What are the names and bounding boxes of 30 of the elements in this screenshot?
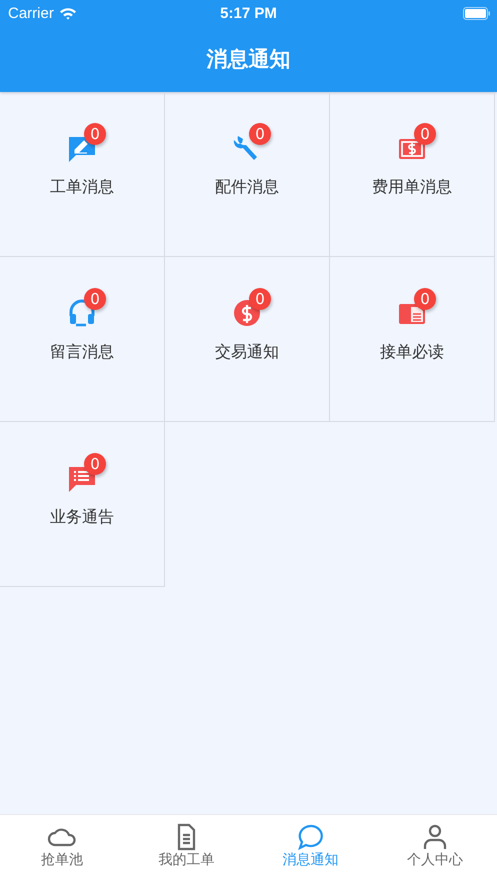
tile-label: 工单消息 xyxy=(50,176,114,198)
count-badge: 0 xyxy=(414,288,436,310)
page-title: 消息通知 xyxy=(205,46,292,73)
count-badge: 0 xyxy=(84,288,106,310)
message-tile[interactable]: 0 接单必读 xyxy=(330,257,495,422)
wifi-icon xyxy=(58,6,77,20)
tile-label: 留言消息 xyxy=(50,342,114,362)
count-badge: 0 xyxy=(249,288,271,310)
count-badge: 0 xyxy=(84,122,106,144)
message-tile[interactable]: 0 留言消息 xyxy=(0,257,165,422)
message-tile[interactable]: 0 费用单消息 xyxy=(330,92,495,257)
count-badge: 0 xyxy=(414,122,436,144)
message-tile[interactable]: 0 工单消息 xyxy=(0,92,165,257)
tile-label: 配件消息 xyxy=(215,176,279,198)
message-tile[interactable]: 0 交易通知 xyxy=(165,257,330,422)
count-badge: 0 xyxy=(84,452,106,474)
tile-label: 业务通告 xyxy=(50,506,114,528)
tab-item[interactable]: 我的工单 xyxy=(124,815,248,883)
tab-item[interactable]: 个人中心 xyxy=(372,815,497,883)
chat-bubble-icon xyxy=(296,823,326,851)
battery-icon xyxy=(463,6,491,20)
message-tile[interactable]: 0 配件消息 xyxy=(165,92,330,257)
count-badge: 0 xyxy=(249,122,271,144)
tile-label: 费用单消息 xyxy=(372,176,452,198)
tile-label: 接单必读 xyxy=(380,342,444,362)
message-tile[interactable]: 0 业务通告 xyxy=(0,422,165,587)
status-time: 5:17 PM xyxy=(220,4,277,22)
tile-label: 交易通知 xyxy=(215,342,279,362)
tab-item[interactable]: 抢单池 xyxy=(0,815,124,883)
carrier-label: Carrier xyxy=(8,4,54,22)
